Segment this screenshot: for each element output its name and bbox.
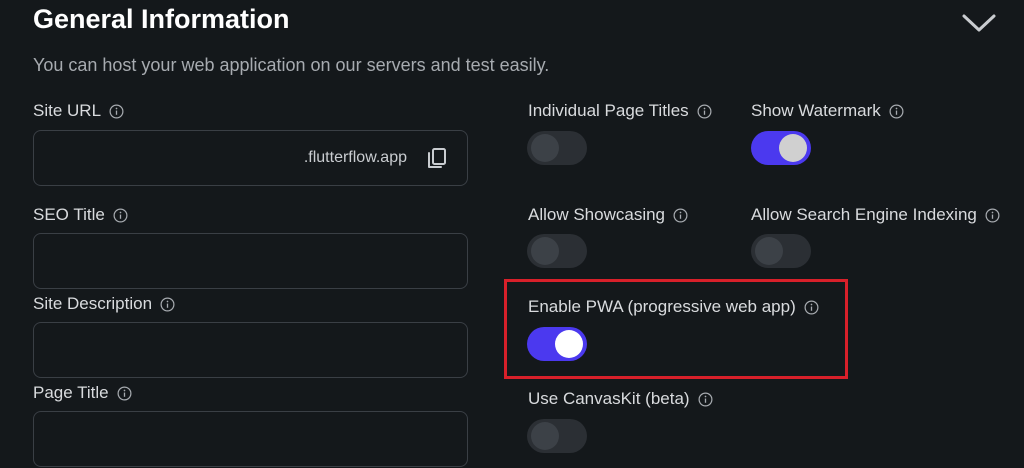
seo-title-input[interactable]	[33, 233, 468, 289]
page-title-label: Page Title	[33, 383, 132, 403]
page-title-input[interactable]	[33, 411, 468, 467]
info-icon[interactable]	[109, 104, 124, 119]
info-icon[interactable]	[113, 208, 128, 223]
site-description-label: Site Description	[33, 294, 175, 314]
info-icon[interactable]	[804, 300, 819, 315]
site-description-input[interactable]	[33, 322, 468, 378]
individual-page-titles-toggle[interactable]	[527, 131, 587, 165]
info-icon[interactable]	[697, 104, 712, 119]
allow-search-engine-indexing-toggle[interactable]	[751, 234, 811, 268]
site-url-input[interactable]: .flutterflow.app	[33, 130, 468, 186]
info-icon[interactable]	[698, 392, 713, 407]
chevron-down-icon[interactable]	[960, 8, 998, 36]
info-icon[interactable]	[985, 208, 1000, 223]
toggle-knob	[531, 237, 559, 265]
seo-title-label: SEO Title	[33, 205, 128, 225]
use-canvaskit-toggle[interactable]	[527, 419, 587, 453]
copy-icon[interactable]	[425, 146, 449, 170]
info-icon[interactable]	[117, 386, 132, 401]
enable-pwa-toggle[interactable]	[527, 327, 587, 361]
toggle-knob	[755, 237, 783, 265]
info-icon[interactable]	[160, 297, 175, 312]
section-title: General Information	[33, 4, 290, 34]
toggle-knob	[531, 422, 559, 450]
enable-pwa-label: Enable PWA (progressive web app)	[528, 297, 819, 317]
info-icon[interactable]	[673, 208, 688, 223]
toggle-knob	[779, 134, 807, 162]
toggle-knob	[555, 330, 583, 358]
allow-search-engine-indexing-label: Allow Search Engine Indexing	[751, 205, 1000, 225]
site-url-label: Site URL	[33, 101, 124, 121]
show-watermark-label: Show Watermark	[751, 101, 904, 121]
section-subtitle: You can host your web application on our…	[33, 55, 550, 75]
toggle-knob	[531, 134, 559, 162]
info-icon[interactable]	[889, 104, 904, 119]
allow-showcasing-toggle[interactable]	[527, 234, 587, 268]
show-watermark-toggle[interactable]	[751, 131, 811, 165]
site-url-suffix: .flutterflow.app	[303, 149, 407, 166]
use-canvaskit-label: Use CanvasKit (beta)	[528, 389, 713, 409]
individual-page-titles-label: Individual Page Titles	[528, 101, 712, 121]
allow-showcasing-label: Allow Showcasing	[528, 205, 688, 225]
